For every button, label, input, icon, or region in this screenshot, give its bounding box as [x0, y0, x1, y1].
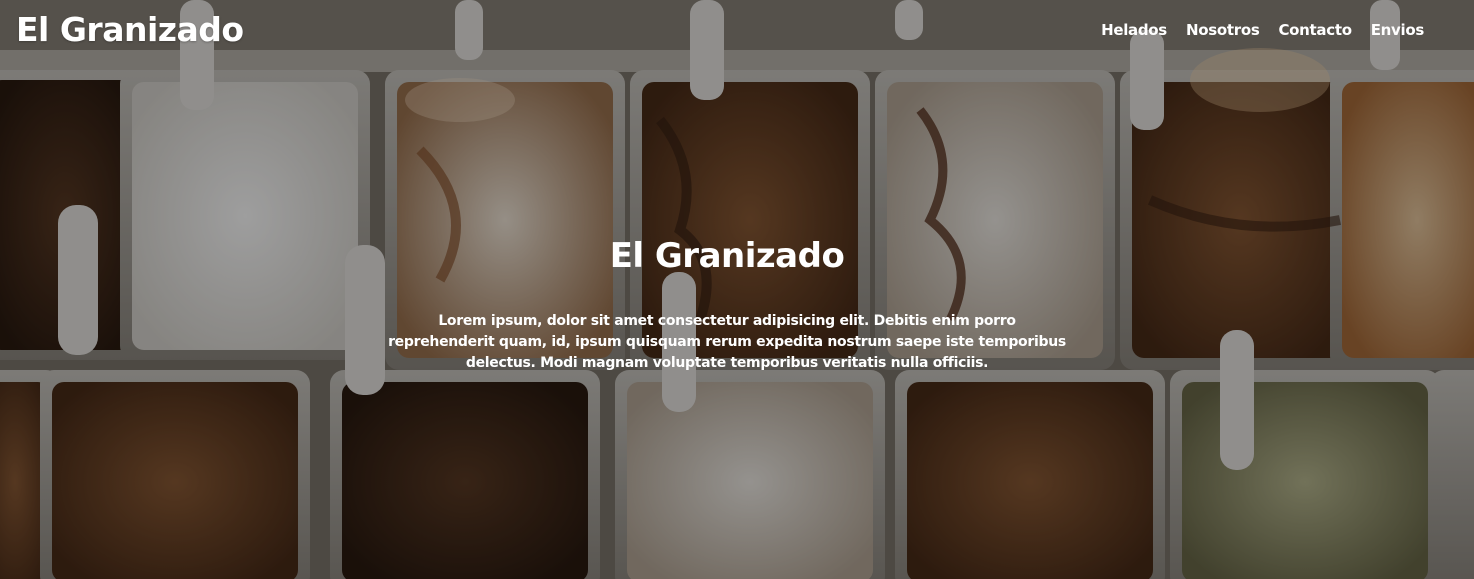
main-navigation: Helados Nosotros Contacto Envios [1101, 21, 1424, 39]
nav-link-contacto[interactable]: Contacto [1278, 21, 1352, 39]
site-header: El Granizado Helados Nosotros Contacto E… [0, 0, 1474, 70]
hero-section: El Granizado Helados Nosotros Contacto E… [0, 0, 1474, 579]
hero-content: El Granizado Lorem ipsum, dolor sit amet… [387, 232, 1067, 374]
nav-link-helados[interactable]: Helados [1101, 21, 1167, 39]
brand-logo-text[interactable]: El Granizado [16, 10, 244, 49]
nav-link-envios[interactable]: Envios [1371, 21, 1425, 39]
hero-description: Lorem ipsum, dolor sit amet consectetur … [388, 313, 1066, 371]
hero-title: El Granizado [609, 236, 845, 276]
nav-link-nosotros[interactable]: Nosotros [1186, 21, 1260, 39]
